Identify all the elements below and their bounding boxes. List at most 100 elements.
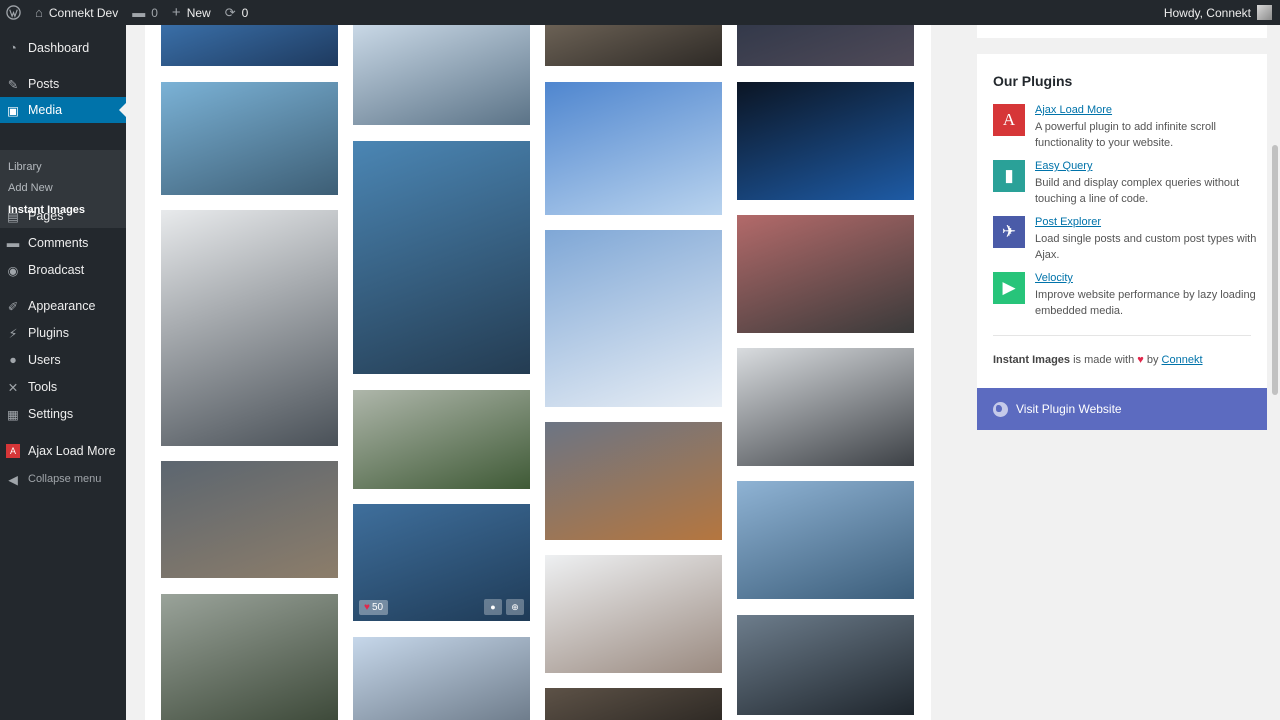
scrollbar-thumb[interactable] — [1272, 145, 1278, 395]
comments-count: 0 — [151, 5, 158, 20]
sidebar-item-label: Comments — [28, 236, 89, 250]
photo-cn-tower-plane[interactable] — [545, 82, 722, 215]
sidebar-item-media[interactable]: ▣ Media — [0, 97, 126, 123]
sidebar-item-appearance[interactable]: ✐ Appearance — [0, 294, 126, 318]
photo-building-bottom[interactable] — [545, 688, 722, 720]
made-with-text: Instant Images is made with ♥ by Connekt — [993, 354, 1203, 366]
new-label: New — [186, 5, 211, 20]
photo-city-hall-fountain[interactable] — [737, 481, 914, 599]
photo-toronto-sign-arch[interactable] — [353, 141, 530, 374]
photo-lens-in-hand[interactable] — [737, 215, 914, 333]
plugins-heading: Our Plugins — [993, 73, 1073, 89]
ajax-load-more-icon: A — [6, 444, 20, 458]
sidebar-item-users[interactable]: ● Users — [0, 348, 126, 372]
sidebar-item-pages[interactable]: ▤ Pages — [0, 204, 126, 228]
page-icon: ▤ — [7, 209, 19, 224]
submenu-library[interactable]: Library — [8, 161, 42, 173]
dashboard-icon: ◔ — [9, 41, 17, 55]
photo-cn-tower-clouds[interactable] — [545, 230, 722, 407]
collapse-menu-button[interactable]: ◀ Collapse menu — [0, 467, 126, 491]
collapse-icon: ◀ — [8, 472, 18, 487]
brush-icon: ✐ — [7, 299, 19, 314]
post-explorer-icon: ✈ — [993, 216, 1025, 248]
photo-cn-tower-night[interactable] — [737, 25, 914, 66]
wrench-icon: ✕ — [7, 380, 19, 395]
photo-trees-and-building[interactable] — [161, 594, 338, 720]
plugin-ajax-load-more: A Ajax Load More A powerful plugin to add … — [993, 104, 1253, 154]
photo-bushes-and-wall[interactable] — [353, 390, 530, 489]
plugin-name-link[interactable]: Easy Query — [1035, 160, 1092, 172]
made-with-product: Instant Images — [993, 354, 1071, 366]
admin-bar: ⌂ Connekt Dev ▬ 0 + New ⟳ 0 Howdy, Conne… — [0, 0, 1280, 25]
comments-link[interactable]: ▬ 0 — [125, 0, 165, 25]
home-icon: ⌂ — [35, 5, 43, 20]
photo-foggy-skyscrapers[interactable] — [161, 210, 338, 446]
visit-label: Visit Plugin Website — [1016, 402, 1122, 416]
heart-icon: ♥ — [364, 602, 370, 613]
wordpress-icon — [6, 5, 21, 20]
plugin-description: A powerful plugin to add infinite scroll… — [1035, 121, 1216, 149]
page-scrollbar[interactable] — [1270, 25, 1280, 720]
ajax-load-more-icon: A — [993, 104, 1025, 136]
globe-icon — [993, 401, 1008, 417]
photo-curved-towers[interactable]: ♥ 50 ● ⊕ — [353, 504, 530, 621]
submenu-add-new[interactable]: Add New — [8, 182, 53, 194]
sidebar-item-label: Settings — [28, 407, 74, 421]
sidebar-item-broadcast[interactable]: ◉ Broadcast — [0, 258, 126, 282]
plus-icon: + — [171, 4, 181, 21]
sidebar-item-dashboard[interactable]: ◔ Dashboard — [0, 36, 126, 60]
likes-count: 50 — [371, 602, 384, 613]
sidebar-item-label: Users — [28, 353, 61, 367]
sidebar-item-label: Appearance — [28, 299, 96, 313]
photo-sunset-horizon[interactable] — [545, 422, 722, 540]
sidebar-item-plugins[interactable]: ⚡ Plugins — [0, 321, 126, 345]
plugin-name-link[interactable]: Ajax Load More — [1035, 104, 1112, 116]
new-content-link[interactable]: + New — [165, 0, 218, 25]
photo-toronto-sign-night[interactable] — [737, 82, 914, 200]
photo-glass-entrance[interactable] — [737, 615, 914, 715]
photo-smiling-woman[interactable] — [545, 555, 722, 673]
sidebar-item-settings[interactable]: ▦ Settings — [0, 402, 126, 426]
plugin-description: Build and display complex queries withou… — [1035, 177, 1240, 205]
sidebar-item-tools[interactable]: ✕ Tools — [0, 375, 126, 399]
sidebar-item-label: Dashboard — [28, 41, 90, 55]
visit-plugin-website-button[interactable]: Visit Plugin Website — [977, 388, 1267, 430]
updates-count: 0 — [241, 5, 249, 20]
updates-link[interactable]: ⟳ 0 — [218, 0, 256, 25]
my-account-link[interactable]: Howdy, Connekt — [1157, 0, 1280, 25]
made-with-mid: is made with — [1070, 354, 1138, 366]
photo-glass-tower[interactable] — [161, 25, 338, 66]
user-icon: ● — [9, 353, 17, 367]
sidebar-item-label: Ajax Load More — [28, 444, 116, 458]
zoom-icon[interactable]: ⊕ — [506, 599, 524, 615]
instant-images-gallery: ♥ 50 ● ⊕ — [145, 25, 931, 720]
plugin-icon: ⚡ — [8, 326, 18, 341]
plugin-name-link[interactable]: Velocity — [1035, 272, 1073, 284]
photo-city-hall-bottom[interactable] — [353, 637, 530, 720]
user-icon[interactable]: ● — [484, 599, 502, 615]
plugins-divider — [993, 335, 1251, 336]
sidebar-item-posts[interactable]: ✎ Posts — [0, 72, 126, 96]
photo-cn-tower-pod[interactable] — [737, 348, 914, 466]
collapse-label: Collapse menu — [28, 473, 102, 485]
sidebar-item-comments[interactable]: ▬ Comments — [0, 231, 126, 255]
photo-arch-and-skyline[interactable] — [161, 82, 338, 195]
made-with-by: by — [1143, 354, 1162, 366]
wordpress-logo-button[interactable] — [0, 0, 28, 25]
photo-aerial-city[interactable] — [545, 25, 722, 66]
photo-ferris-wheel[interactable] — [353, 25, 530, 125]
photo-cn-tower-rainbow[interactable] — [161, 461, 338, 578]
sidebar-item-label: Tools — [28, 380, 58, 394]
site-name-link[interactable]: ⌂ Connekt Dev — [28, 0, 125, 25]
sidebar-item-label: Posts — [28, 77, 60, 91]
sidebar-item-label: Pages — [28, 209, 64, 223]
avatar — [1257, 5, 1272, 20]
sidebar-item-ajax-load-more[interactable]: A Ajax Load More — [0, 439, 126, 463]
top-card — [977, 25, 1267, 38]
admin-sidebar: Library Add New Instant Images ◔ Dashboar… — [0, 25, 126, 720]
our-plugins-panel: Our Plugins A Ajax Load More A powerful pl… — [977, 54, 1267, 389]
plugin-name-link[interactable]: Post Explorer — [1035, 216, 1101, 228]
media-icon: ▣ — [7, 103, 19, 118]
howdy-text: Howdy, Connekt — [1163, 5, 1251, 20]
connekt-link[interactable]: Connekt — [1162, 354, 1203, 366]
